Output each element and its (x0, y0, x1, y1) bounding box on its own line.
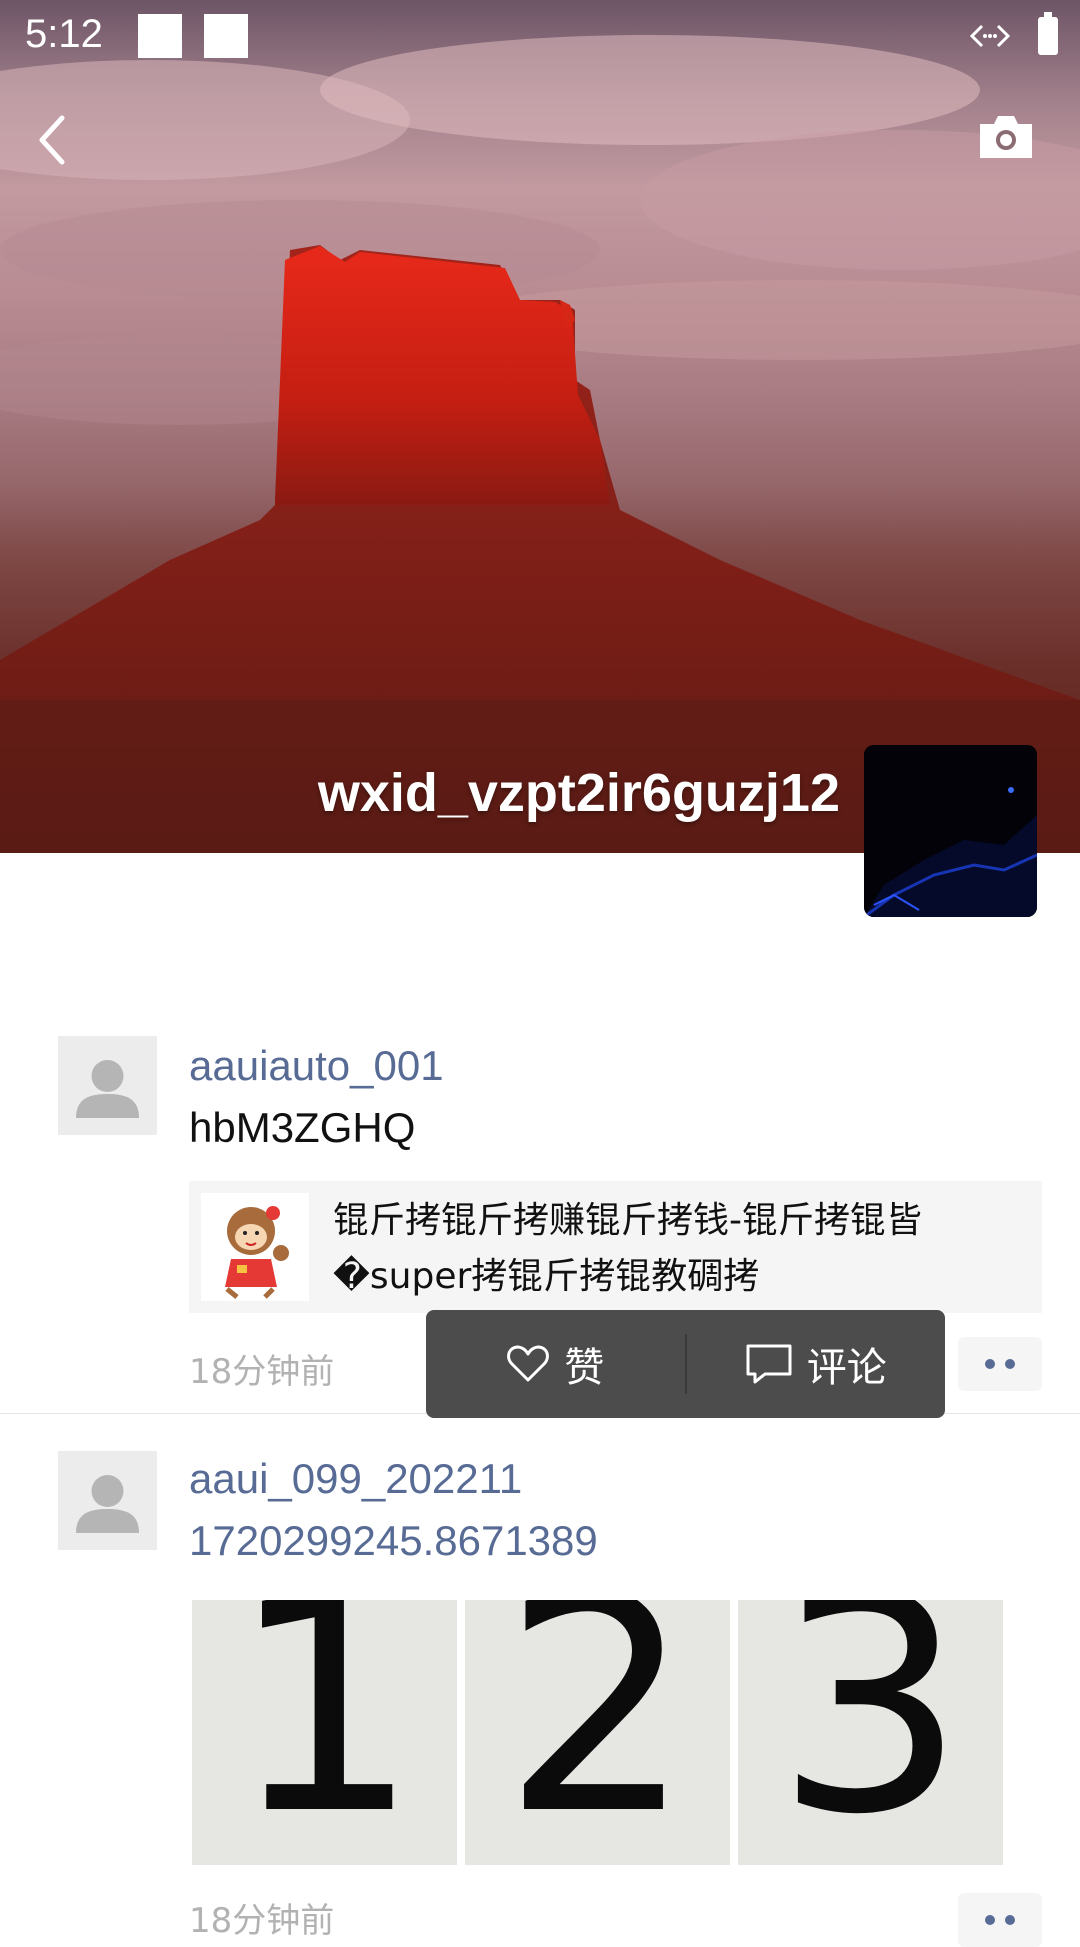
heart-icon (507, 1345, 550, 1382)
post-time: 18分钟前 (189, 1352, 335, 1392)
comment-label: 评论 (806, 1345, 887, 1391)
photo-digit: 2 (502, 1600, 693, 1865)
post-time: 18分钟前 (189, 1901, 335, 1941)
photo-digit: 3 (775, 1600, 966, 1865)
avatar[interactable] (58, 1036, 157, 1135)
like-button[interactable]: 赞 (426, 1310, 685, 1418)
photo-digit: 1 (229, 1600, 420, 1865)
share-thumbnail (201, 1193, 309, 1301)
notification-icon (204, 14, 248, 58)
cover-landscape (0, 35, 1080, 853)
photo-grid: 1 2 3 (192, 1600, 1003, 1865)
avatar[interactable] (58, 1451, 157, 1550)
photo-thumbnail[interactable]: 1 (192, 1600, 457, 1865)
default-avatar-icon (76, 1060, 139, 1118)
dot (1005, 1359, 1015, 1369)
action-popup: 赞 评论 (426, 1310, 945, 1418)
comment-button[interactable]: 评论 (687, 1310, 946, 1418)
camera-icon[interactable] (976, 112, 1036, 162)
data-transfer-icon (969, 24, 1011, 48)
dot (1005, 1915, 1015, 1925)
profile-avatar[interactable] (864, 745, 1037, 917)
dot (985, 1915, 995, 1925)
dot (985, 1359, 995, 1369)
more-actions-button[interactable] (958, 1893, 1042, 1947)
like-label: 赞 (564, 1345, 605, 1391)
default-avatar-icon (76, 1475, 139, 1533)
share-title: 锟斤拷锟斤拷赚锟斤拷钱-锟斤拷锟皆�super拷锟斤拷锟教碉拷 (333, 1200, 922, 1297)
post-author[interactable]: aaui_099_202211 (189, 1455, 522, 1503)
more-actions-button[interactable] (958, 1337, 1042, 1391)
post-text: hbM3ZGHQ (189, 1104, 416, 1151)
status-icons (968, 12, 1058, 58)
avatar-image (864, 745, 1037, 917)
status-time: 5:12 (25, 12, 103, 56)
post-text[interactable]: 1720299245.8671389 (189, 1517, 598, 1565)
comment-icon (746, 1344, 792, 1384)
back-icon[interactable] (30, 110, 80, 170)
share-card[interactable]: 锟斤拷锟斤拷赚锟斤拷钱-锟斤拷锟皆�super拷锟斤拷锟教碉拷 (189, 1181, 1042, 1313)
profile-name: wxid_vzpt2ir6guzj12 (317, 763, 840, 823)
photo-thumbnail[interactable]: 2 (465, 1600, 730, 1865)
photo-thumbnail[interactable]: 3 (738, 1600, 1003, 1865)
battery-icon (1038, 12, 1058, 55)
cover-image[interactable]: 5:12 wxid_vzpt2ir6guzj12 (0, 0, 1080, 853)
notification-icon (138, 14, 182, 58)
status-bar: 5:12 (0, 0, 1080, 76)
monkey-sticker-icon (201, 1193, 309, 1301)
post-author[interactable]: aauiauto_001 (189, 1042, 444, 1090)
